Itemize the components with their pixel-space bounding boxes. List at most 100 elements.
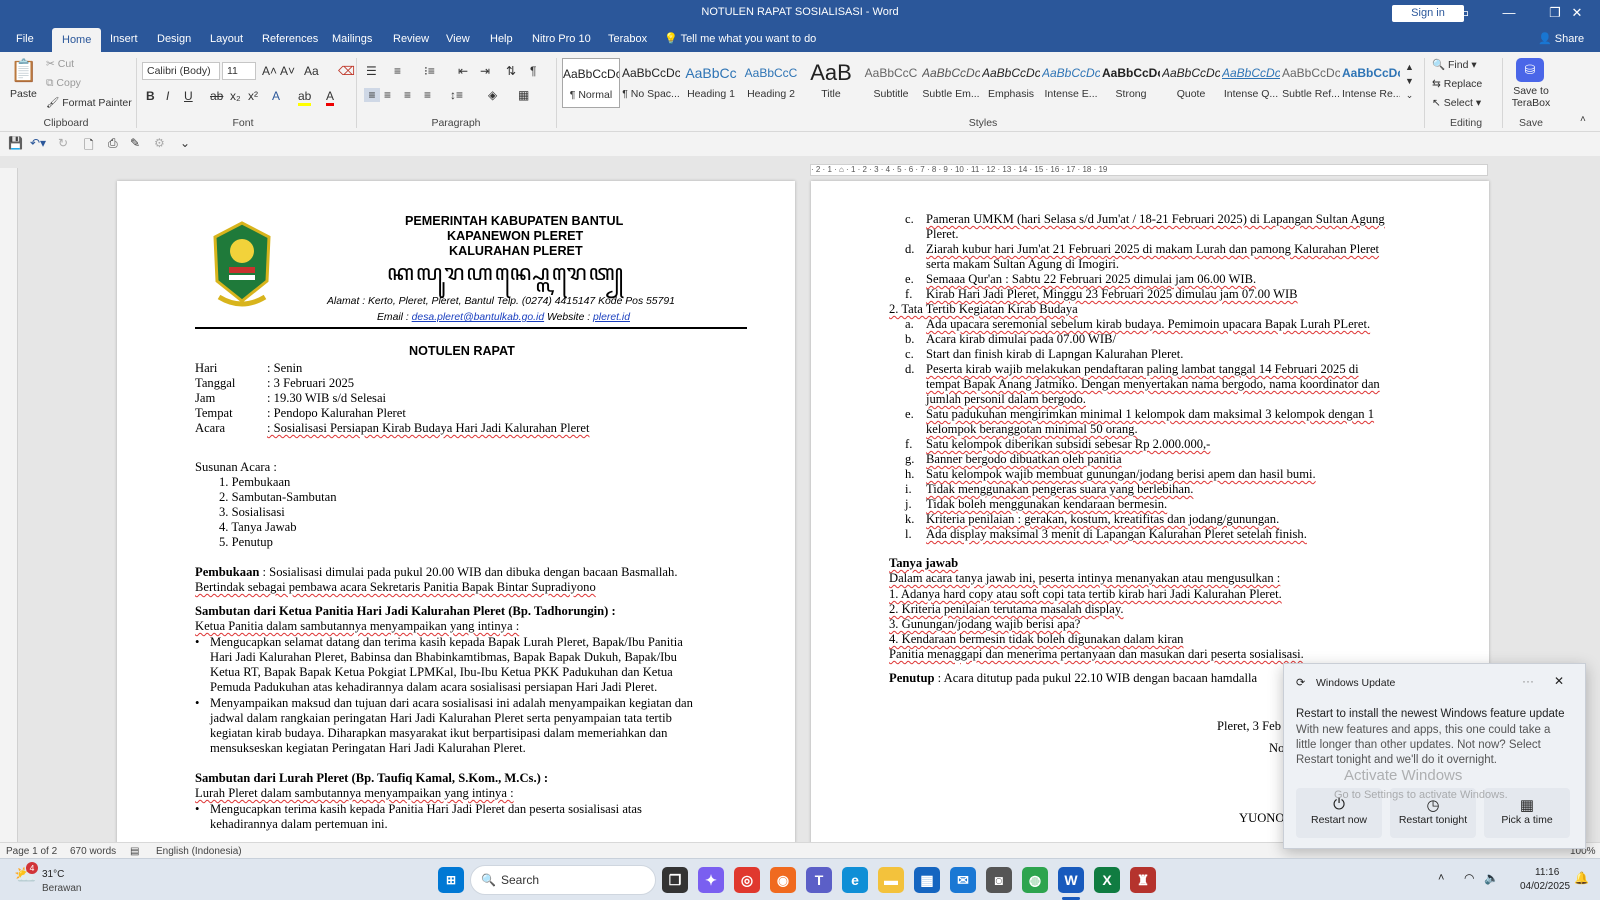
style-title[interactable]: AaB Title (802, 58, 860, 108)
firefox-icon[interactable]: ◉ (770, 867, 796, 893)
justify-icon[interactable]: ≡ (424, 88, 431, 102)
align-right-icon[interactable]: ≡ (404, 88, 411, 102)
file-explorer-icon[interactable]: ▬ (878, 867, 904, 893)
word-icon[interactable]: W (1058, 867, 1084, 893)
style-quote[interactable]: AaBbCcDc Quote (1162, 58, 1220, 108)
wifi-icon[interactable]: ◠ (1464, 871, 1474, 886)
style-no-spacing[interactable]: AaBbCcDc ¶ No Spac... (622, 58, 680, 108)
style-emphasis[interactable]: AaBbCcDc Emphasis (982, 58, 1040, 108)
style-heading-1[interactable]: AaBbCc Heading 1 (682, 58, 740, 108)
pdf-app-icon[interactable]: ◎ (734, 867, 760, 893)
copilot-icon[interactable]: ✦ (698, 867, 724, 893)
superscript-icon[interactable]: x² (248, 89, 258, 103)
paste-icon[interactable]: 📋 (10, 58, 38, 86)
decrease-indent-icon[interactable]: ⇤ (458, 64, 468, 78)
styles-scroll-icon[interactable]: ▲ ▼ ⌄ (1405, 60, 1414, 102)
style-intense-reference[interactable]: AaBbCcDc Intense Re... (1342, 58, 1400, 108)
show-hidden-icons[interactable]: ˄ (1438, 871, 1444, 886)
numbering-icon[interactable]: ≡ (394, 64, 401, 78)
text-effects-icon[interactable]: A (272, 89, 280, 103)
tab-design[interactable]: Design (157, 26, 191, 52)
edge-icon[interactable]: e (842, 867, 868, 893)
tab-mailings[interactable]: Mailings (332, 26, 372, 52)
style-strong[interactable]: AaBbCcDc Strong (1102, 58, 1160, 108)
grow-font-icon[interactable]: A˄ (262, 64, 277, 78)
taskbar-search[interactable]: 🔍 Search (470, 865, 656, 895)
tab-view[interactable]: View (446, 26, 470, 52)
bold-icon[interactable]: B (146, 89, 155, 103)
mail-icon[interactable]: ✉ (950, 867, 976, 893)
proofing-icon[interactable]: ▤ (130, 844, 139, 859)
excel-icon[interactable]: X (1094, 867, 1120, 893)
customize-qat-icon[interactable]: ⌄ (180, 136, 190, 150)
style-subtle-emphasis[interactable]: AaBbCcDc Subtle Em... (922, 58, 980, 108)
change-case-icon[interactable]: Aa (304, 64, 319, 78)
start-windows-icon[interactable]: ⊞ (438, 867, 464, 893)
tab-home[interactable]: Home (52, 28, 102, 55)
shading-icon[interactable]: ◈ (488, 88, 497, 102)
tab-terabox[interactable]: Terabox (608, 26, 647, 52)
strikethrough-icon[interactable]: ab (210, 89, 223, 103)
tab-help[interactable]: Help (490, 26, 513, 52)
font-color-icon[interactable]: A (326, 89, 335, 106)
tab-file[interactable]: File (16, 26, 34, 52)
tab-layout[interactable]: Layout (210, 26, 243, 52)
language-status[interactable]: English (Indonesia) (156, 844, 242, 859)
app-icon[interactable]: ♜ (1130, 867, 1156, 893)
borders-icon[interactable]: ▦ (518, 88, 529, 102)
save-icon[interactable]: 💾 (8, 136, 23, 150)
cut-button[interactable]: ✂ Cut (46, 58, 74, 70)
store-icon[interactable]: ▦ (914, 867, 940, 893)
paste-button[interactable]: Paste (10, 88, 37, 100)
sort-icon[interactable]: ⇅ (506, 64, 516, 78)
website-link[interactable]: pleret.id (593, 312, 630, 323)
weather-condition[interactable]: Berawan (42, 881, 81, 896)
collapse-ribbon-icon[interactable]: ˄ (1580, 114, 1586, 125)
save-to-terabox-button[interactable]: Save to TeraBox (1506, 85, 1556, 109)
clear-format-icon[interactable]: ⌫ (338, 64, 355, 78)
style-normal[interactable]: AaBbCcDc ¶ Normal (562, 58, 620, 108)
word-count[interactable]: 670 words (70, 844, 116, 859)
close-icon[interactable]: ✕ (1554, 674, 1564, 689)
share-button[interactable]: 👤 Share (1538, 26, 1584, 52)
terabox-icon[interactable]: ⛁ (1516, 58, 1544, 82)
highlight-icon[interactable]: ab (298, 89, 312, 106)
more-options-icon[interactable]: ··· (1522, 674, 1534, 689)
underline-icon[interactable]: U (184, 89, 193, 103)
font-name-select[interactable]: Calibri (Body) (142, 62, 220, 80)
tab-review[interactable]: Review (393, 26, 429, 52)
bullets-icon[interactable]: ☰ (366, 64, 377, 78)
increase-indent-icon[interactable]: ⇥ (480, 64, 490, 78)
tab-references[interactable]: References (262, 26, 318, 52)
edit-icon[interactable]: ✎ (130, 136, 140, 150)
style-intense-quote[interactable]: AaBbCcDc Intense Q... (1222, 58, 1280, 108)
tab-nitro[interactable]: Nitro Pro 10 (532, 26, 591, 52)
tab-insert[interactable]: Insert (110, 26, 138, 52)
subscript-icon[interactable]: x₂ (230, 89, 241, 103)
italic-icon[interactable]: I (166, 89, 169, 103)
redo-icon[interactable]: ↻ (58, 136, 68, 150)
font-size-select[interactable]: 11 (222, 62, 256, 80)
style-subtle-reference[interactable]: AaBbCcDc Subtle Ref... (1282, 58, 1340, 108)
clock-date[interactable]: 04/02/2025 (1520, 879, 1570, 894)
task-view-icon[interactable]: ❐ (662, 867, 688, 893)
tell-me-search[interactable]: 💡 Tell me what you want to do (664, 26, 816, 52)
shrink-font-icon[interactable]: A˅ (280, 64, 295, 78)
page-count[interactable]: Page 1 of 2 (6, 844, 57, 859)
find-button[interactable]: 🔍 Find ▾ (1432, 58, 1477, 71)
pilcrow-icon[interactable]: ¶ (530, 64, 536, 78)
toolbar-option-icon[interactable]: ⚙ (154, 136, 165, 150)
volume-icon[interactable]: 🔈 (1484, 871, 1499, 886)
style-subtitle[interactable]: AaBbCcC Subtitle (862, 58, 920, 108)
windows-update-notification[interactable]: ⟳ Windows Update ··· ✕ Restart to instal… (1283, 663, 1586, 849)
teams-icon[interactable]: T (806, 867, 832, 893)
minimize-button[interactable]: — (1486, 0, 1532, 26)
undo-icon[interactable]: ↶▾ (30, 136, 46, 150)
line-spacing-icon[interactable]: ↕≡ (450, 88, 463, 102)
align-center-icon[interactable]: ≡ (384, 88, 391, 102)
document-page-1[interactable]: PEMERINTAH KABUPATEN BANTUL KAPANEWON PL… (117, 181, 795, 861)
close-button[interactable]: ✕ (1554, 0, 1600, 26)
weather-temp[interactable]: 31°C (42, 867, 64, 882)
copy-button[interactable]: ⧉ Copy (46, 77, 81, 90)
format-painter-button[interactable]: 🖌 Format Painter (46, 96, 132, 109)
